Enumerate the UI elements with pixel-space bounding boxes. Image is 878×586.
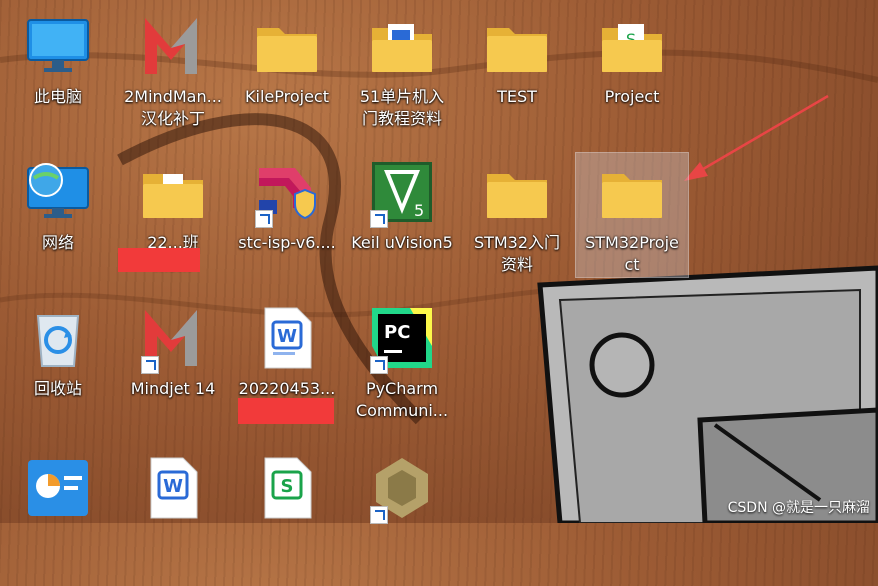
folder-icon <box>600 160 664 224</box>
icon-label: KileProject <box>245 87 329 106</box>
desktop-icon-app-shortcut[interactable] <box>347 446 457 586</box>
desktop-icon-stm32project[interactable]: STM32Proje ct <box>577 150 687 290</box>
word-doc-icon: W <box>255 306 319 370</box>
redaction-mark <box>238 398 334 424</box>
icon-label: 此电脑 <box>33 87 82 106</box>
icon-label: Mindjet 14 <box>130 379 216 398</box>
icon-label: 20220453... <box>238 379 336 398</box>
icon-label: 回收站 <box>33 379 82 398</box>
icon-label: PyCharm Communi... <box>355 379 449 420</box>
redaction-mark <box>118 248 200 272</box>
wps-sheet-icon: S <box>255 456 319 520</box>
shortcut-arrow-icon <box>141 356 159 374</box>
desktop-icon-pycharm[interactable]: PC PyCharm Communi... <box>347 296 457 436</box>
presentation-app-icon <box>26 456 90 520</box>
folder-doc-icon: S <box>600 14 664 78</box>
svg-text:W: W <box>163 476 183 497</box>
desktop-icon-recycle-bin[interactable]: 回收站 <box>3 296 113 436</box>
icon-label: 网络 <box>41 233 74 252</box>
desktop-icon-project[interactable]: S Project <box>577 4 687 144</box>
monitor-icon <box>26 14 90 78</box>
shortcut-arrow-icon <box>370 210 388 228</box>
annotation-arrow <box>684 94 829 181</box>
desktop-icon-this-pc[interactable]: 此电脑 <box>3 4 113 144</box>
icon-label: 2MindMan... 汉化补丁 <box>124 87 222 128</box>
svg-text:S: S <box>281 476 294 497</box>
network-icon <box>26 160 90 224</box>
folder-icon <box>485 160 549 224</box>
recycle-bin-icon <box>26 306 90 370</box>
desktop-icon-network[interactable]: 网络 <box>3 150 113 290</box>
mindmanager-icon <box>141 14 205 78</box>
folder-icon <box>485 14 549 78</box>
keil-icon: 5 <box>370 160 434 228</box>
icon-label: STM32入门 资料 <box>473 233 561 274</box>
desktop-icon-kileproject[interactable]: KileProject <box>232 4 342 144</box>
app-shortcut-icon <box>370 456 434 524</box>
folder-doc-icon <box>370 14 434 78</box>
shortcut-arrow-icon <box>370 506 388 524</box>
shortcut-arrow-icon <box>255 210 273 228</box>
svg-text:W: W <box>277 326 297 347</box>
icon-label: 51单片机入 门教程资料 <box>359 87 445 128</box>
icon-label: Keil uVision5 <box>351 233 453 252</box>
pycharm-icon: PC <box>370 306 434 374</box>
desktop-icon-mindjet[interactable]: Mindjet 14 <box>118 296 228 436</box>
desktop-icon-stc-isp[interactable]: stc-isp-v6.... <box>232 150 342 290</box>
mindjet-icon <box>141 306 205 374</box>
desktop-icon-wps-sheet[interactable]: S <box>232 446 342 586</box>
desktop-icon-test[interactable]: TEST <box>462 4 572 144</box>
folder-icon <box>141 160 205 224</box>
desktop-icon-51-tutorial[interactable]: 51单片机入 门教程资料 <box>347 4 457 144</box>
svg-text:PC: PC <box>384 322 410 343</box>
desktop-icon-presentation-app[interactable] <box>3 446 113 586</box>
watermark: CSDN @就是一只麻溜 <box>727 500 870 516</box>
shortcut-arrow-icon <box>370 356 388 374</box>
svg-text:5: 5 <box>414 201 424 220</box>
folder-icon <box>255 14 319 78</box>
stc-isp-icon <box>255 160 319 228</box>
cartoon-character <box>537 265 878 523</box>
desktop-icon-mindmanager-patch[interactable]: 2MindMan... 汉化补丁 <box>118 4 228 144</box>
desktop-icon-wps-writer[interactable]: W <box>118 446 228 586</box>
desktop-icon-stm32-intro[interactable]: STM32入门 资料 <box>462 150 572 290</box>
icon-label: stc-isp-v6.... <box>238 233 336 252</box>
wps-writer-icon: W <box>141 456 205 520</box>
icon-label: STM32Proje ct <box>585 233 679 274</box>
icon-label: Project <box>604 87 660 106</box>
desktop-icon-keil[interactable]: 5 Keil uVision5 <box>347 150 457 290</box>
icon-label: TEST <box>497 87 537 106</box>
